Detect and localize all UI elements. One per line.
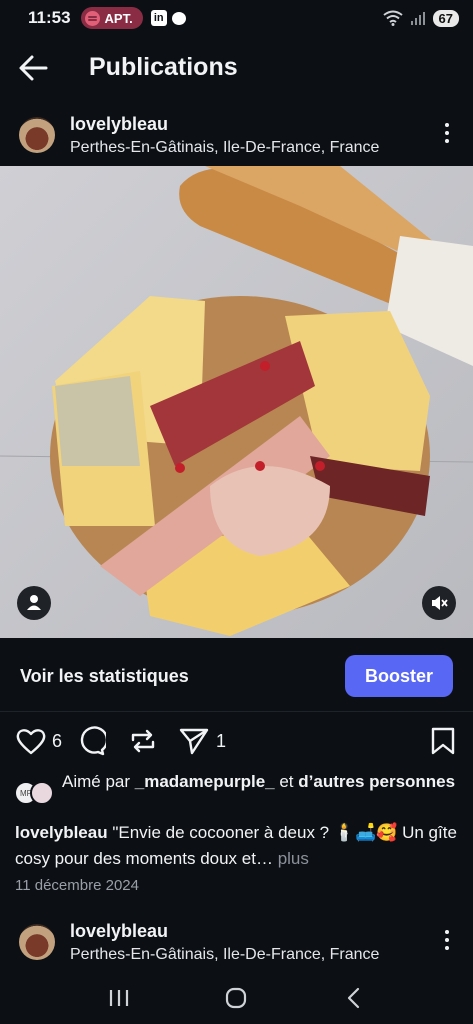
liker-avatar [30,781,54,805]
post-location[interactable]: Perthes-En-Gâtinais, Ile-De-France, Fran… [70,139,379,157]
repost-button[interactable] [128,726,158,756]
save-button[interactable] [430,726,456,756]
comment-icon [80,726,106,756]
heart-icon [16,729,46,755]
wifi-icon [382,10,403,26]
recent-apps-button[interactable] [99,978,139,1018]
liked-by-user[interactable]: _madamepurple_ [135,772,275,791]
comment-button[interactable] [76,726,106,756]
caption-username[interactable]: lovelybleau [15,823,108,842]
home-button[interactable] [216,978,256,1018]
signal-icon [410,12,425,25]
like-count: 6 [52,730,63,751]
post-username[interactable]: lovelybleau [70,114,168,135]
spotify-track-label: APT. [104,10,133,26]
page-title: Publications [89,53,238,81]
platter-illustration [0,166,473,636]
liked-by-others[interactable]: d’autres personnes [298,772,455,791]
post-username[interactable]: lovelybleau [70,921,168,942]
share-count: 1 [216,730,227,751]
bookmark-icon [431,727,455,755]
battery-icon: 67 [432,9,459,27]
chevron-left-icon [348,987,360,1009]
avatar[interactable] [19,924,55,960]
post-date: 11 décembre 2024 [15,877,139,894]
arrow-left-icon[interactable] [18,54,48,82]
post-photo[interactable] [0,166,473,638]
status-bar: 11:53 APT. in 67 [0,0,473,36]
post-location[interactable]: Perthes-En-Gâtinais, Ile-De-France, Fran… [70,946,379,964]
tag-user-icon[interactable] [17,586,51,620]
back-button[interactable] [334,978,374,1018]
share-button[interactable]: 1 [178,726,226,756]
spotify-pill[interactable]: APT. [80,7,143,29]
caption-more-link[interactable]: plus [278,849,309,868]
more-options-icon[interactable] [441,928,453,952]
send-icon [179,728,209,755]
repost-icon [131,729,155,753]
status-time: 11:53 [28,8,71,27]
like-button[interactable]: 6 [16,726,62,756]
view-stats-link[interactable]: Voir les statistiques [20,666,189,687]
likes-text: Aimé par _madamepurple_ et d’autres pers… [62,771,462,793]
mute-icon[interactable] [422,586,456,620]
post-caption: lovelybleau "Envie de cocooner à deux ? … [15,820,460,872]
liked-by-conj: et [279,772,294,791]
linkedin-icon: in [150,10,167,26]
status-right: 67 [382,9,459,27]
recent-apps-icon [109,990,128,1006]
insights-row: Voir les statistiques Booster [0,640,473,712]
boost-button[interactable]: Booster [345,655,453,697]
more-options-icon[interactable] [441,121,453,145]
system-nav-bar [0,972,473,1024]
avatar[interactable] [19,117,55,153]
action-bar: 6 1 [0,726,473,758]
liked-by-prefix: Aimé par [62,772,131,791]
spotify-icon [84,10,100,26]
chat-icon [171,11,186,25]
liker-avatars: MP [14,781,58,807]
home-icon [226,987,247,1009]
page-header: Publications [0,44,473,92]
